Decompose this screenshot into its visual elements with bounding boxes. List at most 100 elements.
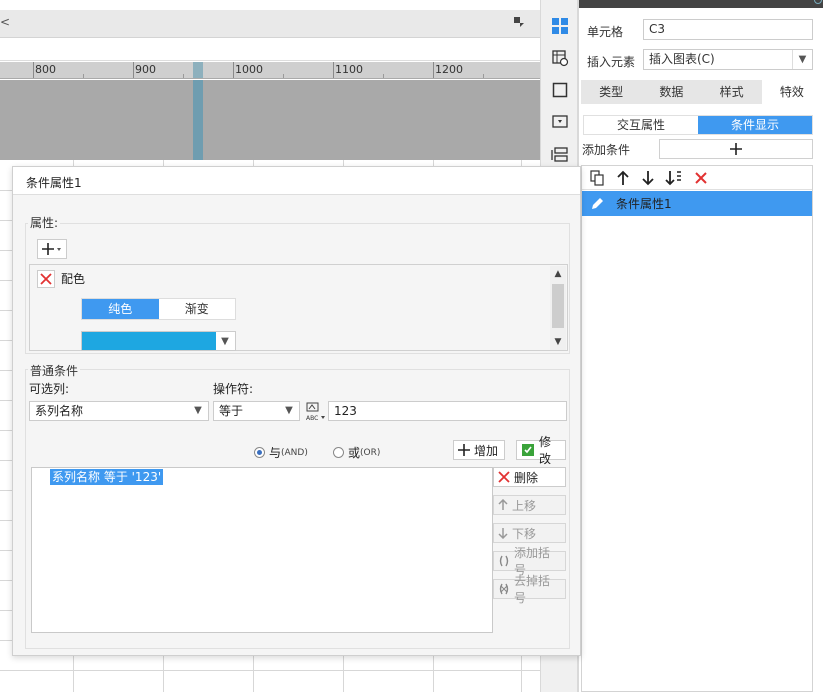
ruler-selection-marker bbox=[193, 62, 203, 78]
tab-style[interactable]: 样式 bbox=[702, 80, 762, 104]
radio-or-tag: (OR) bbox=[360, 447, 381, 458]
ruler-tick bbox=[233, 62, 234, 78]
plus-icon bbox=[458, 444, 470, 456]
help-icon[interactable] bbox=[814, 0, 822, 4]
effects-subtabs: 交互属性 条件显示 bbox=[583, 115, 813, 135]
plus-icon bbox=[730, 143, 742, 155]
delete-icon[interactable] bbox=[692, 169, 710, 187]
move-up-label: 上移 bbox=[512, 498, 537, 513]
radio-and-tag: (AND) bbox=[281, 447, 308, 458]
radio-or-label: 或 bbox=[348, 446, 361, 460]
ruler-label: 1200 bbox=[435, 63, 463, 76]
condition-list: 条件属性1 bbox=[581, 165, 813, 692]
add-condition-label: 添加条件 bbox=[582, 143, 631, 157]
tab-effects[interactable]: 特效 bbox=[761, 80, 822, 104]
color-swatch bbox=[82, 332, 216, 350]
operator-value: 等于 bbox=[219, 404, 244, 418]
dialog-title: 条件属性1 bbox=[26, 176, 82, 190]
tab-data[interactable]: 数据 bbox=[641, 80, 701, 104]
color-picker[interactable]: ▼ bbox=[81, 331, 236, 351]
add-button-label: 增加 bbox=[474, 443, 499, 458]
radio-or[interactable]: 或 (OR) bbox=[333, 444, 380, 461]
remove-property-icon[interactable] bbox=[37, 270, 55, 288]
move-down-button[interactable]: 下移 bbox=[493, 523, 566, 543]
delete-button[interactable]: 删除 bbox=[493, 467, 566, 487]
subtab-interaction[interactable]: 交互属性 bbox=[584, 116, 698, 134]
condition-expression-box[interactable]: 系列名称 等于 '123' bbox=[31, 467, 493, 633]
canvas-area[interactable] bbox=[0, 80, 540, 160]
move-to-bottom-icon[interactable] bbox=[665, 169, 683, 187]
ruler-minor-tick bbox=[483, 74, 484, 78]
cell-attribute-icon[interactable] bbox=[548, 46, 572, 70]
add-condition-button[interactable] bbox=[659, 139, 813, 159]
chevron-down-icon: ▼ bbox=[285, 405, 293, 416]
cell-properties-icon[interactable] bbox=[548, 14, 572, 38]
ruler-tick bbox=[133, 62, 134, 78]
dialog-title-bar: 条件属性1 bbox=[13, 167, 580, 195]
chevron-down-icon: ▼ bbox=[194, 405, 202, 416]
ruler-tick bbox=[33, 62, 34, 78]
column-label: 可选列: bbox=[29, 382, 70, 396]
plus-dropdown-icon bbox=[42, 243, 61, 255]
normal-conditions-label: 普通条件 bbox=[28, 362, 81, 379]
property-list: 配色 纯色 渐变 ▼ ▲ ▼ bbox=[29, 264, 568, 351]
ruler-minor-tick bbox=[283, 74, 284, 78]
column-select[interactable]: 系列名称 ▼ bbox=[29, 401, 209, 421]
radio-and-label: 与 bbox=[269, 446, 282, 460]
cell-field[interactable]: C3 bbox=[643, 19, 813, 40]
widget-icon[interactable] bbox=[548, 110, 572, 134]
scroll-thumb[interactable] bbox=[552, 284, 564, 328]
modify-icon bbox=[521, 443, 535, 457]
modify-button[interactable]: 修改 bbox=[516, 435, 566, 466]
arrow-up-icon[interactable] bbox=[614, 169, 632, 187]
scroll-left-icon[interactable]: < bbox=[0, 15, 10, 29]
ruler-label: 900 bbox=[135, 63, 156, 76]
modify-button-label: 修改 bbox=[539, 435, 552, 466]
property-name: 配色 bbox=[61, 272, 86, 286]
edit-pencil-icon bbox=[586, 193, 608, 214]
border-icon[interactable] bbox=[548, 78, 572, 102]
operator-label: 操作符: bbox=[213, 382, 254, 396]
add-bracket-button[interactable]: 添加括号 bbox=[493, 546, 566, 577]
layout-icon[interactable] bbox=[548, 142, 572, 166]
insert-element-label: 插入元素 bbox=[587, 55, 636, 69]
condition-value-input[interactable]: 123 bbox=[328, 401, 567, 421]
insert-element-select[interactable]: 插入图表(C) ▼ bbox=[643, 49, 813, 70]
insert-element-value: 插入图表(C) bbox=[649, 52, 715, 66]
operator-select[interactable]: 等于 ▼ bbox=[213, 401, 300, 421]
color-mode-toggle: 纯色 渐变 bbox=[81, 298, 236, 320]
blank-strip bbox=[0, 39, 540, 61]
add-property-dropdown[interactable] bbox=[37, 239, 67, 259]
condition-list-item[interactable]: 条件属性1 bbox=[582, 191, 812, 216]
panel-header-strip bbox=[579, 0, 823, 8]
scroll-up-icon[interactable]: ▲ bbox=[550, 266, 566, 282]
horizontal-ruler: 800 900 1000 1100 1200 bbox=[0, 62, 540, 79]
collapse-panel-icon[interactable] bbox=[513, 16, 525, 28]
bracket-icon bbox=[498, 555, 510, 567]
condition-item-label: 条件属性1 bbox=[616, 197, 672, 211]
solid-color-option[interactable]: 纯色 bbox=[82, 299, 159, 319]
property-scrollbar[interactable]: ▲ ▼ bbox=[550, 266, 566, 350]
arrow-up-icon bbox=[498, 499, 508, 511]
ruler-minor-tick bbox=[83, 74, 84, 78]
move-up-button[interactable]: 上移 bbox=[493, 495, 566, 515]
copy-icon[interactable] bbox=[588, 169, 606, 187]
tab-type[interactable]: 类型 bbox=[581, 80, 641, 104]
scroll-down-icon[interactable]: ▼ bbox=[550, 334, 566, 350]
subtab-condition-display[interactable]: 条件显示 bbox=[698, 116, 812, 134]
remove-bracket-button[interactable]: 去掉括号 bbox=[493, 574, 566, 605]
svg-text:ABC: ABC bbox=[306, 415, 318, 422]
properties-label: 属性: bbox=[28, 214, 61, 231]
condition-expression[interactable]: 系列名称 等于 '123' bbox=[50, 469, 164, 485]
arrow-down-icon bbox=[498, 527, 508, 539]
ruler-tick bbox=[433, 62, 434, 78]
radio-and-dot bbox=[254, 447, 265, 458]
value-type-icon[interactable]: ABC bbox=[304, 400, 326, 422]
gradient-option[interactable]: 渐变 bbox=[158, 299, 235, 319]
radio-or-dot bbox=[333, 447, 344, 458]
radio-and[interactable]: 与 (AND) bbox=[254, 444, 308, 461]
add-condition-item-button[interactable]: 增加 bbox=[453, 440, 505, 460]
ruler-label: 1100 bbox=[335, 63, 363, 76]
arrow-down-icon[interactable] bbox=[639, 169, 657, 187]
remove-bracket-label: 去掉括号 bbox=[514, 574, 551, 605]
